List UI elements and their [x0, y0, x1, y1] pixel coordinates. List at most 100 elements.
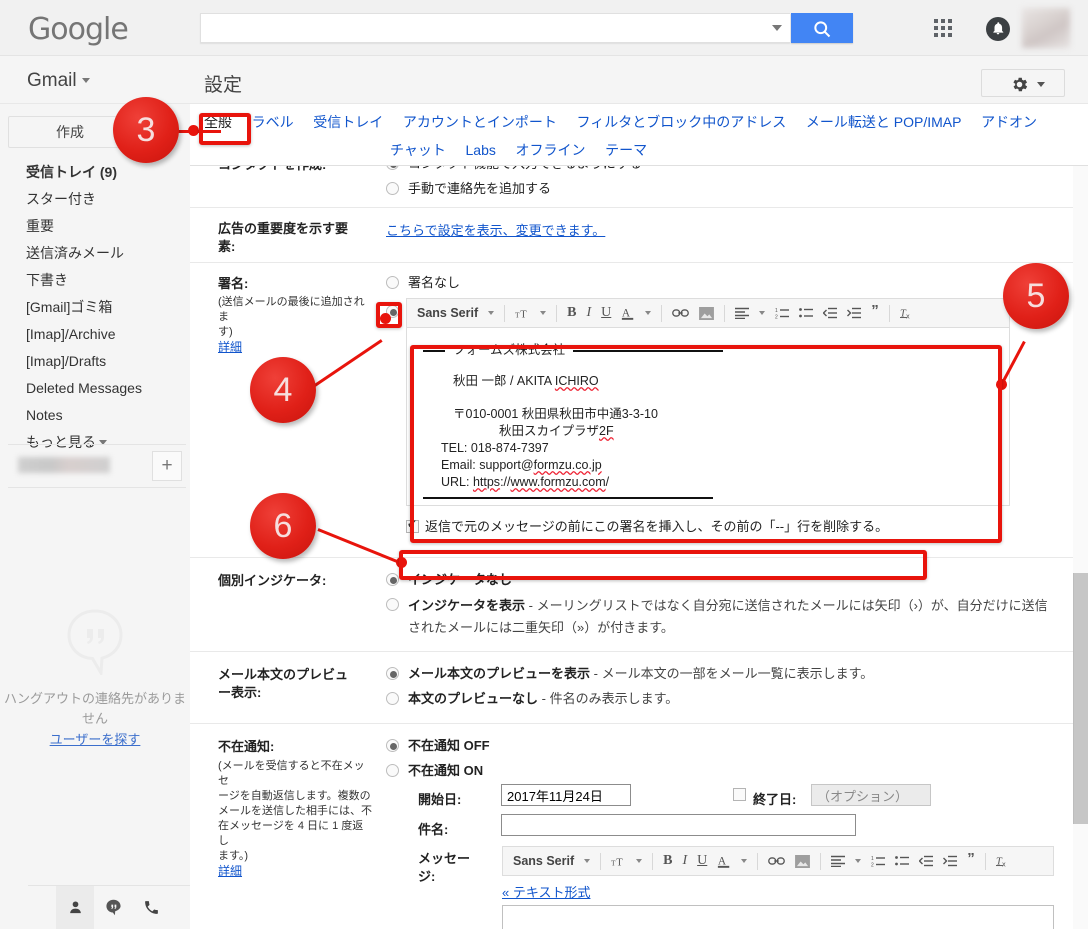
avatar[interactable]	[1022, 8, 1070, 48]
tab-labs[interactable]: Labs	[466, 142, 496, 158]
chevron-down-icon[interactable]	[855, 859, 862, 863]
vacation-message-body[interactable]	[502, 905, 1054, 929]
sidebar-item-gmail-trash[interactable]: [Gmail]ゴミ箱	[0, 294, 190, 321]
chevron-down-icon[interactable]	[540, 311, 547, 315]
settings-gear-button[interactable]	[981, 69, 1065, 97]
vacation-subject-input[interactable]	[501, 814, 856, 836]
tab-chat[interactable]: チャット	[390, 140, 446, 160]
chevron-down-icon[interactable]	[759, 311, 766, 315]
add-contact-button[interactable]: +	[152, 451, 182, 481]
hangouts-tab-chats[interactable]	[94, 886, 132, 929]
chevron-down-icon[interactable]	[488, 311, 495, 315]
chevron-down-icon[interactable]	[645, 311, 652, 315]
sidebar-item-important[interactable]: 重要	[0, 213, 190, 240]
outdent-icon[interactable]	[819, 307, 841, 319]
chevron-down-icon[interactable]	[636, 859, 643, 863]
tab-themes[interactable]: テーマ	[605, 140, 647, 160]
numbered-list-icon[interactable]: 12	[771, 307, 793, 319]
search-button[interactable]	[791, 13, 853, 43]
bold-icon[interactable]: B	[563, 306, 580, 320]
sidebar-item-inbox[interactable]: 受信トレイ (9)	[0, 159, 190, 186]
notifications-button[interactable]	[986, 17, 1010, 41]
indicators-option-show[interactable]: インジケータを表示 - メーリングリストではなく自分宛に送信されたメールには矢印…	[386, 595, 1058, 639]
vacation-detail-link[interactable]: 詳細	[218, 864, 242, 878]
indent-icon[interactable]	[939, 855, 961, 867]
align-icon[interactable]	[731, 307, 753, 319]
vacation-start-date-input[interactable]	[501, 784, 631, 806]
link-icon[interactable]	[764, 855, 789, 867]
search-options-caret-icon[interactable]	[772, 25, 782, 31]
radio-icon[interactable]	[386, 598, 399, 611]
remove-formatting-icon[interactable]: Tx	[992, 854, 1014, 868]
preview-option-hide[interactable]: 本文のプレビューなし - 件名のみ表示します。	[386, 689, 1058, 708]
tab-accounts-import[interactable]: アカウントとインポート	[403, 112, 557, 132]
sidebar-item-drafts[interactable]: 下書き	[0, 267, 190, 294]
scrollbar-thumb[interactable]	[1073, 573, 1088, 824]
sidebar-item-imap-drafts[interactable]: [Imap]/Drafts	[0, 348, 190, 375]
gmail-product-menu[interactable]: Gmail	[27, 70, 90, 92]
bulleted-list-icon[interactable]	[891, 855, 913, 867]
text-color-icon[interactable]: A	[617, 306, 639, 321]
hangouts-find-people-link[interactable]: ユーザーを探す	[0, 729, 190, 748]
outdent-icon[interactable]	[915, 855, 937, 867]
align-icon[interactable]	[827, 855, 849, 867]
hangouts-icon	[64, 609, 126, 678]
search-input[interactable]	[201, 14, 756, 42]
radio-icon[interactable]	[386, 692, 399, 705]
radio-icon[interactable]	[386, 182, 399, 195]
sidebar-item-starred[interactable]: スター付き	[0, 186, 190, 213]
signature-detail-link[interactable]: 詳細	[218, 340, 242, 354]
italic-icon[interactable]: I	[582, 306, 595, 320]
radio-icon[interactable]	[386, 739, 399, 752]
tab-addons[interactable]: アドオン	[981, 112, 1037, 132]
create-contacts-option-manual[interactable]: 手動で連絡先を追加する	[386, 179, 1058, 198]
font-family-selector[interactable]: Sans Serif	[413, 306, 482, 320]
signature-option-none[interactable]: 署名なし	[386, 273, 1058, 292]
chevron-down-icon[interactable]	[584, 859, 591, 863]
vacation-option-on[interactable]: 不在通知 ON	[386, 761, 1058, 780]
radio-icon[interactable]	[386, 667, 399, 680]
indent-icon[interactable]	[843, 307, 865, 319]
italic-icon[interactable]: I	[678, 854, 691, 868]
sidebar-item-imap-archive[interactable]: [Imap]/Archive	[0, 321, 190, 348]
image-icon[interactable]	[695, 306, 718, 320]
underline-icon[interactable]: U	[597, 306, 615, 320]
radio-icon[interactable]	[386, 764, 399, 777]
checkbox-icon[interactable]	[733, 788, 746, 801]
create-contacts-option-auto[interactable]: コンタクト機能で入力できるようにする	[386, 166, 1058, 173]
radio-icon[interactable]	[386, 573, 399, 586]
tab-forwarding-pop-imap[interactable]: メール転送と POP/IMAP	[806, 112, 962, 132]
font-family-selector[interactable]: Sans Serif	[509, 854, 578, 868]
ads-settings-link[interactable]: こちらで設定を表示、変更できます。	[386, 223, 605, 238]
quote-icon[interactable]: ”	[963, 851, 979, 866]
plain-text-mode-link[interactable]: « テキスト形式	[502, 885, 590, 900]
apps-grid-icon[interactable]	[934, 19, 952, 37]
tab-inbox[interactable]: 受信トレイ	[313, 112, 383, 132]
hangouts-tab-contacts[interactable]	[56, 886, 94, 929]
font-size-icon[interactable]: TT	[607, 855, 630, 868]
link-icon[interactable]	[668, 307, 693, 319]
quote-icon[interactable]: ”	[867, 303, 883, 318]
tab-offline[interactable]: オフライン	[515, 140, 585, 160]
sidebar-item-sent[interactable]: 送信済みメール	[0, 240, 190, 267]
vacation-option-off[interactable]: 不在通知 OFF	[386, 736, 1058, 755]
sidebar-item-deleted-messages[interactable]: Deleted Messages	[0, 375, 190, 402]
remove-formatting-icon[interactable]: Tx	[896, 306, 918, 320]
numbered-list-icon[interactable]: 12	[867, 855, 889, 867]
preview-option-show[interactable]: メール本文のプレビューを表示 - メール本文の一部をメール一覧に表示します。	[386, 664, 1058, 683]
hangouts-tab-phone[interactable]	[132, 886, 170, 929]
image-icon[interactable]	[791, 854, 814, 868]
vacation-end-date-input[interactable]	[811, 784, 931, 806]
tab-labels[interactable]: ラベル	[252, 112, 294, 132]
font-size-icon[interactable]: TT	[511, 307, 534, 320]
bold-icon[interactable]: B	[659, 854, 676, 868]
sidebar-item-notes[interactable]: Notes	[0, 402, 190, 429]
chevron-down-icon[interactable]	[741, 859, 748, 863]
bulleted-list-icon[interactable]	[795, 307, 817, 319]
tab-filters-blocked[interactable]: フィルタとブロック中のアドレス	[577, 112, 787, 132]
radio-icon[interactable]	[386, 166, 399, 170]
text-color-icon[interactable]: A	[713, 854, 735, 869]
underline-icon[interactable]: U	[693, 854, 711, 868]
search-box[interactable]	[200, 13, 790, 43]
radio-icon[interactable]	[386, 276, 399, 289]
